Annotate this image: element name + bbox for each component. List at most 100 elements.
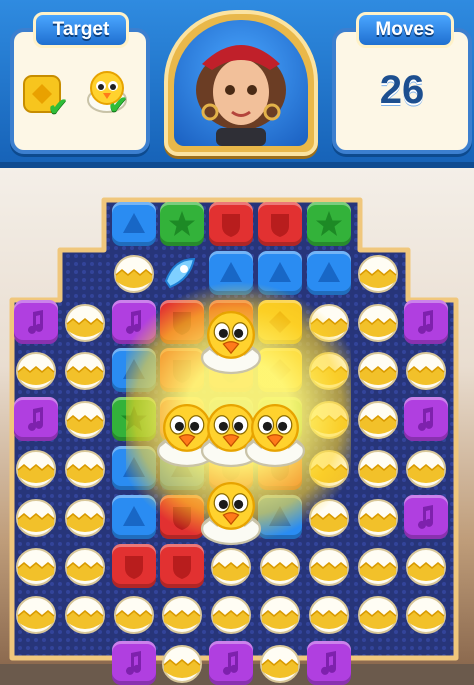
shield-icon (124, 555, 143, 579)
music-note-icon (28, 407, 43, 432)
goal-chick: ✔ (84, 68, 130, 119)
egg-tile[interactable] (356, 495, 400, 539)
egg-icon (113, 596, 154, 635)
egg-icon (260, 645, 300, 684)
star-icon (169, 211, 196, 236)
egg-tile[interactable] (63, 495, 107, 539)
egg-tile[interactable] (404, 592, 448, 636)
music-note-icon (223, 651, 239, 676)
green-block[interactable] (160, 202, 205, 246)
egg-icon (64, 498, 105, 537)
purple-block[interactable] (14, 299, 58, 344)
red-block[interactable] (258, 202, 302, 246)
purple-block[interactable] (404, 299, 449, 344)
chick-icon (201, 481, 262, 546)
chick-piece[interactable] (196, 306, 266, 381)
music-note-icon (28, 309, 43, 334)
egg-icon (16, 498, 56, 537)
purple-block[interactable] (14, 397, 58, 442)
egg-tile[interactable] (356, 348, 400, 392)
egg-tile[interactable] (356, 446, 400, 490)
egg-icon (64, 303, 105, 342)
egg-tile[interactable] (160, 641, 204, 685)
egg-tile[interactable] (258, 641, 302, 685)
egg-icon (357, 547, 398, 586)
egg-icon (406, 352, 447, 391)
moves-label: Moves (356, 12, 454, 48)
egg-icon (16, 547, 56, 586)
egg-tile[interactable] (63, 397, 107, 441)
egg-icon (64, 596, 105, 635)
target-label: Target (33, 12, 129, 48)
egg-icon (357, 303, 398, 342)
egg-tile[interactable] (356, 544, 400, 588)
check-icon: ✔ (108, 92, 129, 119)
egg-icon (308, 547, 349, 586)
egg-icon (406, 450, 447, 488)
chick-piece[interactable] (240, 399, 310, 474)
purple-block[interactable] (404, 397, 449, 442)
game-board (8, 196, 460, 685)
egg-tile[interactable] (14, 495, 58, 539)
egg-tile[interactable] (404, 348, 448, 392)
egg-tile[interactable] (404, 544, 448, 588)
blue-block[interactable] (111, 202, 156, 246)
egg-icon (16, 352, 56, 391)
egg-tile[interactable] (356, 397, 400, 441)
avatar (196, 45, 286, 146)
egg-icon (64, 547, 105, 586)
egg-tile[interactable] (14, 544, 58, 588)
shield-icon (271, 214, 289, 237)
star-icon (315, 211, 342, 236)
egg-tile[interactable] (209, 592, 253, 636)
green-block[interactable] (306, 202, 351, 246)
purple-block[interactable] (404, 494, 449, 539)
egg-tile[interactable] (63, 446, 107, 490)
egg-tile[interactable] (356, 300, 400, 344)
egg-icon (357, 498, 398, 537)
egg-tile[interactable] (404, 446, 448, 490)
egg-tile[interactable] (63, 300, 107, 344)
egg-tile[interactable] (160, 592, 204, 636)
check-icon: ✔ (48, 94, 69, 121)
egg-tile[interactable] (14, 348, 58, 392)
music-note-icon (418, 309, 434, 334)
goal-yellow-block: ✔ (22, 74, 68, 120)
egg-tile[interactable] (307, 592, 351, 636)
egg-tile[interactable] (356, 251, 400, 295)
egg-tile[interactable] (112, 592, 156, 636)
egg-icon (260, 596, 300, 635)
egg-tile[interactable] (307, 544, 351, 588)
triangle-icon (122, 213, 145, 233)
egg-tile[interactable] (63, 592, 107, 636)
purple-block[interactable] (111, 641, 156, 685)
music-note-icon (418, 407, 434, 432)
egg-icon (406, 547, 447, 586)
moves-counter: 26 (379, 68, 425, 112)
egg-tile[interactable] (14, 592, 58, 636)
egg-icon (357, 352, 398, 391)
red-block[interactable] (209, 202, 254, 246)
chick-piece[interactable] (196, 477, 266, 552)
shield-icon (222, 214, 241, 237)
chick-icon (245, 403, 306, 467)
egg-icon (357, 401, 398, 440)
egg-tile[interactable] (356, 592, 400, 636)
top-hud: ✔ ✔ Target 26 Moves (0, 0, 474, 168)
egg-tile[interactable] (63, 348, 107, 392)
egg-icon (308, 596, 349, 635)
purple-block[interactable] (209, 641, 254, 685)
egg-tile[interactable] (258, 592, 302, 636)
egg-icon (162, 596, 203, 635)
egg-icon (64, 450, 105, 488)
egg-icon (16, 596, 56, 635)
red-block[interactable] (111, 543, 156, 588)
egg-icon (357, 596, 398, 635)
egg-tile[interactable] (14, 446, 58, 490)
egg-tile[interactable] (63, 544, 107, 588)
music-note-icon (418, 504, 434, 529)
egg-icon (16, 450, 56, 488)
egg-icon (64, 352, 105, 391)
egg-icon (357, 450, 398, 488)
purple-block[interactable] (306, 641, 351, 685)
